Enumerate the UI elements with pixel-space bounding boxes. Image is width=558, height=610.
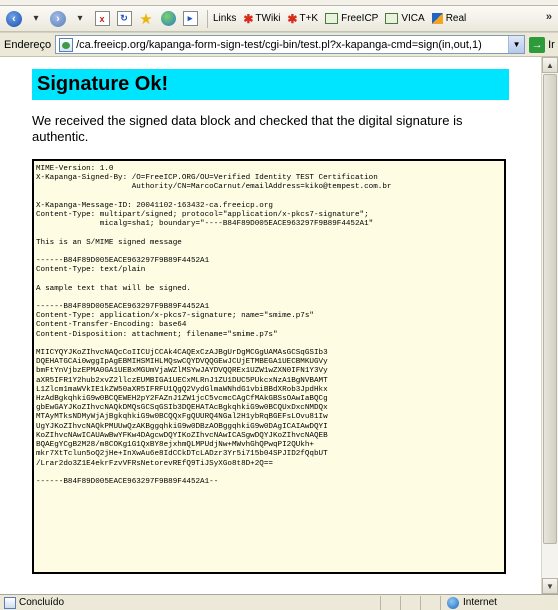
star-icon: ★ xyxy=(139,10,153,28)
link-tk-label: T+K xyxy=(299,13,319,24)
back-button[interactable]: ‹ xyxy=(4,9,24,29)
address-label: Endereço xyxy=(4,38,52,51)
scrollbar-thumb[interactable] xyxy=(543,74,557,544)
go-arrow-icon: → xyxy=(529,36,546,53)
address-dropdown-button[interactable]: ▼ xyxy=(508,36,525,53)
history-icon xyxy=(160,11,176,26)
status-cell xyxy=(420,595,440,610)
scroll-down-button[interactable]: ▼ xyxy=(542,578,558,594)
signed-data-block: MIME-Version: 1.0 X-Kapanga-Signed-By: /… xyxy=(32,159,506,574)
stop-button[interactable]: x xyxy=(92,9,112,29)
back-dropdown[interactable]: ▾ xyxy=(26,9,46,29)
refresh-icon: ↻ xyxy=(116,11,132,26)
forward-dropdown[interactable]: ▾ xyxy=(70,9,90,29)
go-label: Ir xyxy=(548,38,555,51)
forward-arrow-icon: › xyxy=(50,10,66,27)
link-freeicp[interactable]: FreeICP xyxy=(325,13,378,24)
real-icon xyxy=(431,13,443,24)
status-bar: Concluído Internet xyxy=(0,594,558,610)
link-twiki[interactable]: ✱ TWiki xyxy=(243,12,280,26)
page-status-icon xyxy=(4,596,16,609)
browser-toolbar: ‹ ▾ › ▾ x ↻ ★ ▸ Links ✱ TWiki ✱ T+K FreeIC… xyxy=(0,6,558,32)
history-button[interactable] xyxy=(158,9,178,29)
toolbar-separator xyxy=(207,9,208,28)
page-link-icon xyxy=(325,13,339,24)
links-label[interactable]: Links xyxy=(213,13,236,24)
zone-label: Internet xyxy=(463,597,497,608)
status-cell xyxy=(400,595,420,610)
intro-text: We received the signed data block and ch… xyxy=(32,113,463,144)
back-arrow-icon: ‹ xyxy=(6,10,22,27)
security-zone[interactable]: Internet xyxy=(440,595,558,610)
media-icon: ▸ xyxy=(182,11,198,26)
go-button[interactable]: → Ir xyxy=(529,36,555,53)
link-vica-label: VICA xyxy=(401,13,425,24)
link-freeicp-label: FreeICP xyxy=(341,13,379,24)
address-bar: Endereço /ca.freeicp.org/kapanga-form-si… xyxy=(0,33,558,57)
link-real-label: Real xyxy=(445,13,467,24)
refresh-button[interactable]: ↻ xyxy=(114,9,134,29)
address-url[interactable]: /ca.freeicp.org/kapanga-form-sign-test/c… xyxy=(76,39,482,51)
media-button[interactable]: ▸ xyxy=(180,9,200,29)
twiki-icon: ✱ xyxy=(243,11,254,26)
page-content: Signature Ok! We received the signed dat… xyxy=(0,57,541,594)
vertical-scrollbar[interactable]: ▲ ▼ xyxy=(541,57,558,594)
page-link-icon xyxy=(385,13,399,24)
twiki-icon: ✱ xyxy=(287,11,298,26)
link-vica[interactable]: VICA xyxy=(385,13,425,24)
address-field[interactable]: /ca.freeicp.org/kapanga-form-sign-test/c… xyxy=(55,35,526,54)
signed-data-text: MIME-Version: 1.0 X-Kapanga-Signed-By: /… xyxy=(36,165,392,486)
link-tk[interactable]: ✱ T+K xyxy=(287,12,318,26)
forward-button[interactable]: › xyxy=(48,9,68,29)
stop-icon: x xyxy=(94,11,110,26)
internet-globe-icon xyxy=(447,596,459,609)
link-real[interactable]: Real xyxy=(431,13,467,24)
status-cell xyxy=(380,595,400,610)
scroll-up-button[interactable]: ▲ xyxy=(542,57,558,73)
status-text: Concluído xyxy=(19,597,65,608)
toolbar-overflow-button[interactable]: » xyxy=(546,11,552,23)
favorites-button[interactable]: ★ xyxy=(136,9,156,29)
page-icon xyxy=(59,37,74,52)
page-heading: Signature Ok! xyxy=(32,69,509,100)
link-twiki-label: TWiki xyxy=(255,13,281,24)
